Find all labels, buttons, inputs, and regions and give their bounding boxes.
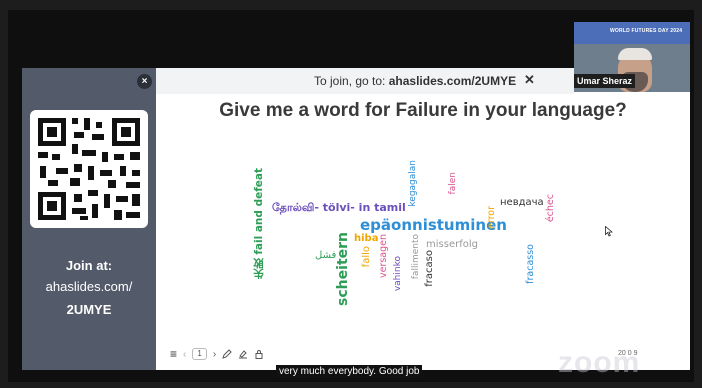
- word-cloud-word: невдача: [500, 197, 544, 208]
- join-url[interactable]: ahaslides.com/: [22, 279, 156, 294]
- zoom-watermark: zoom: [558, 346, 641, 379]
- word-cloud-word: falen: [448, 172, 458, 195]
- lock-icon[interactable]: [254, 349, 264, 359]
- video-backdrop-text: WORLD FUTURES DAY 2024: [610, 28, 683, 34]
- word-cloud-word: epäonnistuminen: [360, 216, 507, 234]
- join-title: Join at:: [65, 258, 113, 273]
- word-cloud-word: fracaso: [424, 250, 435, 287]
- participant-cap: [618, 48, 652, 60]
- banner-close-button[interactable]: ✕: [524, 72, 535, 88]
- slide-number-input[interactable]: 1: [192, 348, 207, 360]
- edit-icon[interactable]: [238, 349, 248, 359]
- word-cloud-word: fallimento: [411, 234, 421, 280]
- word-cloud-word: error: [486, 206, 497, 229]
- word-cloud-word: fracasso: [525, 244, 536, 284]
- next-slide-button[interactable]: ›: [213, 349, 216, 360]
- live-caption: very much everybody. Good job: [276, 365, 423, 378]
- word-cloud-word: hiba: [354, 233, 379, 244]
- join-banner-prefix: To join, go to:: [314, 74, 389, 88]
- word-cloud-word: misserfolg: [426, 239, 478, 250]
- word-cloud-word: فشل: [315, 250, 337, 261]
- close-panel-button[interactable]: ×: [137, 74, 152, 89]
- word-cloud-word: scheitern: [335, 232, 351, 306]
- prev-slide-button[interactable]: ‹: [183, 349, 186, 360]
- word-cloud-word: vahinko: [393, 256, 403, 292]
- join-code: 2UMYE: [66, 302, 112, 317]
- pen-icon[interactable]: [222, 349, 232, 359]
- word-cloud-word: versagen: [378, 234, 389, 279]
- word-cloud-word: kegagalan: [408, 160, 418, 207]
- join-banner-text: To join, go to: ahaslides.com/2UMYE: [314, 74, 516, 88]
- word-cloud-word: 失敗 fail and defeat: [253, 168, 265, 280]
- menu-icon[interactable]: ≡: [170, 347, 177, 361]
- qr-code-image: [38, 118, 140, 220]
- word-cloud-word: fallo: [361, 246, 372, 268]
- qr-code: [30, 110, 148, 228]
- join-banner-url[interactable]: ahaslides.com/2UMYE: [389, 74, 516, 88]
- participant-name: Umar Sheraz: [574, 74, 636, 88]
- slide-toolbar: ≡ ‹ 1 ›: [170, 346, 264, 362]
- word-cloud-word: échec: [545, 194, 556, 223]
- word-cloud-word: தோல்வி- tölvi- in tamil: [272, 201, 406, 214]
- question-title: Give me a word for Failure in your langu…: [219, 100, 627, 121]
- mouse-cursor-icon: [605, 226, 613, 237]
